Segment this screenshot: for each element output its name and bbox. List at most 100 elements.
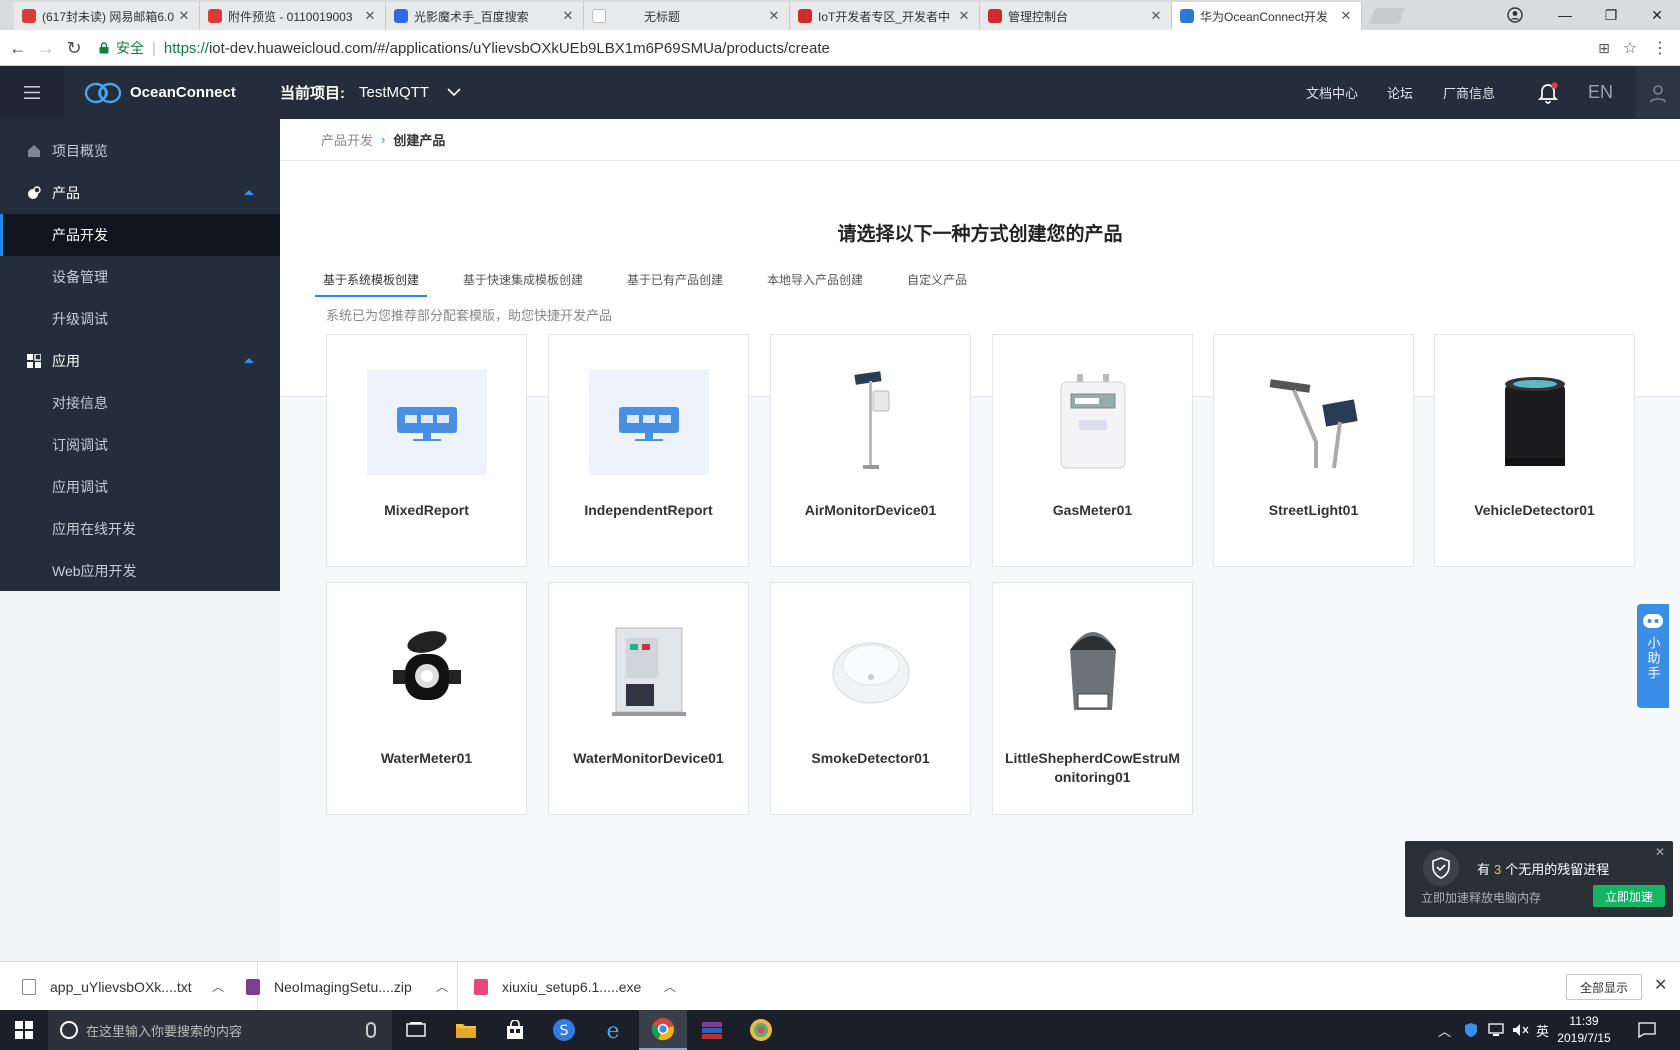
- volume-muted-icon[interactable]: [1512, 1010, 1530, 1050]
- chevron-up-icon[interactable]: ︿: [664, 978, 676, 995]
- template-card[interactable]: WaterMeter01: [326, 582, 527, 815]
- blank-page-icon: [592, 9, 606, 23]
- browser-tab[interactable]: IoT开发者专区_开发者中 ✕: [790, 2, 980, 30]
- close-icon[interactable]: ✕: [561, 8, 575, 24]
- browser-tab[interactable]: 附件预览 - 0110019003 ✕: [200, 2, 386, 30]
- download-item[interactable]: NeoImagingSetu....zip ︿: [246, 962, 458, 1011]
- minimize-button[interactable]: —: [1542, 0, 1588, 30]
- microphone-icon[interactable]: [366, 1022, 376, 1038]
- doc-center-link[interactable]: 文档中心: [1306, 66, 1358, 119]
- sidebar: 项目概览 产品 产品开发 设备管理 升级调试 应用 对接信息 订阅调试 应用调试…: [0, 119, 280, 591]
- template-name: IndependentReport: [584, 502, 713, 518]
- network-icon[interactable]: [1488, 1010, 1504, 1050]
- template-card[interactable]: StreetLight01: [1213, 334, 1414, 567]
- hamburger-menu-icon[interactable]: [0, 66, 64, 119]
- color-picker-icon[interactable]: [737, 1010, 785, 1050]
- action-center-icon[interactable]: [1638, 1010, 1656, 1050]
- back-button[interactable]: ←: [6, 36, 30, 60]
- forum-link[interactable]: 论坛: [1387, 66, 1413, 119]
- browser-tab[interactable]: (617封未读) 网易邮箱6.0 ✕: [14, 2, 200, 30]
- main-content: 产品开发 › 创建产品 请选择以下一种方式创建您的产品 基于系统模板创建 基于快…: [280, 119, 1680, 961]
- close-icon[interactable]: ✕: [177, 8, 191, 24]
- close-icon[interactable]: ✕: [1149, 8, 1163, 24]
- winrar-icon[interactable]: [688, 1010, 736, 1050]
- download-item[interactable]: app_uYlievsbOXk....txt ︿: [22, 962, 258, 1011]
- download-item[interactable]: xiuxiu_setup6.1.....exe ︿: [474, 962, 686, 1011]
- new-tab-button[interactable]: [1369, 8, 1405, 24]
- close-icon[interactable]: ✕: [767, 8, 781, 24]
- tab-local-import[interactable]: 本地导入产品创建: [759, 261, 871, 297]
- template-card[interactable]: SmokeDetector01: [770, 582, 971, 815]
- browser-tab[interactable]: 管理控制台 ✕: [980, 2, 1172, 30]
- ime-indicator[interactable]: 英: [1536, 1010, 1549, 1050]
- close-icon[interactable]: ✕: [363, 8, 377, 24]
- url-input[interactable]: 安全 | https://iot-dev.huaweicloud.com/#/a…: [92, 34, 1640, 62]
- store-icon[interactable]: [491, 1010, 539, 1050]
- sidebar-item-app-debug[interactable]: 应用调试: [0, 466, 280, 508]
- forward-button[interactable]: →: [34, 36, 58, 60]
- sidebar-item-upgrade-debug[interactable]: 升级调试: [0, 298, 280, 340]
- vendor-info-link[interactable]: 厂商信息: [1443, 66, 1495, 119]
- speed-up-button[interactable]: 立即加速: [1593, 885, 1665, 907]
- template-card[interactable]: IndependentReport: [548, 334, 749, 567]
- sidebar-item-product-dev[interactable]: 产品开发: [0, 214, 280, 256]
- project-selector[interactable]: 当前项目: TestMQTT: [280, 66, 461, 119]
- security-tray-icon[interactable]: [1464, 1010, 1478, 1050]
- smoke-detector-icon: [811, 615, 931, 725]
- ie-browser-icon[interactable]: e: [589, 1010, 637, 1050]
- profile-icon[interactable]: [1492, 0, 1538, 30]
- sidebar-item-project-overview[interactable]: 项目概览: [0, 130, 280, 172]
- close-icon[interactable]: ✕: [1654, 975, 1667, 995]
- file-explorer-icon[interactable]: [442, 1010, 490, 1050]
- sogou-icon[interactable]: S: [540, 1010, 588, 1050]
- reload-button[interactable]: ↻: [62, 36, 86, 60]
- close-icon[interactable]: ✕: [1339, 8, 1353, 24]
- template-name: StreetLight01: [1268, 502, 1359, 518]
- show-all-button[interactable]: 全部显示: [1566, 974, 1642, 1000]
- sidebar-item-online-dev[interactable]: 应用在线开发: [0, 508, 280, 550]
- tab-quick-integration[interactable]: 基于快速集成模板创建: [455, 261, 591, 297]
- grid-apps-icon: [27, 354, 41, 368]
- tab-custom-product[interactable]: 自定义产品: [899, 261, 975, 297]
- brand-logo[interactable]: OceanConnect: [84, 66, 236, 119]
- sidebar-group-product[interactable]: 产品: [0, 172, 280, 214]
- chrome-icon[interactable]: [639, 1010, 687, 1050]
- sidebar-item-web-dev[interactable]: Web应用开发: [0, 550, 280, 592]
- tab-system-template[interactable]: 基于系统模板创建: [315, 261, 428, 297]
- system-clock[interactable]: 11:39 2019/7/15: [1556, 1013, 1612, 1047]
- close-icon[interactable]: ✕: [957, 8, 971, 24]
- sidebar-group-application[interactable]: 应用: [0, 340, 280, 382]
- assistant-button[interactable]: 小助手: [1637, 604, 1669, 708]
- restore-button[interactable]: ❐: [1588, 0, 1634, 30]
- bookmark-star-icon[interactable]: ☆: [1618, 36, 1642, 60]
- chevron-up-icon[interactable]: ︿: [212, 978, 224, 995]
- task-view-icon[interactable]: [392, 1010, 440, 1050]
- tray-overflow-icon[interactable]: ︿: [1438, 1010, 1451, 1050]
- template-card[interactable]: GasMeter01: [992, 334, 1193, 567]
- taskbar-search-input[interactable]: 在这里输入你要搜索的内容: [48, 1010, 392, 1050]
- chevron-up-icon[interactable]: ︿: [436, 978, 448, 995]
- browser-tab-active[interactable]: 华为OceanConnect开发 ✕: [1172, 2, 1362, 30]
- close-window-button[interactable]: ✕: [1634, 0, 1680, 30]
- close-icon[interactable]: ✕: [1655, 845, 1665, 859]
- windows-start-icon[interactable]: [0, 1010, 48, 1050]
- template-card[interactable]: AirMonitorDevice01: [770, 334, 971, 567]
- language-switch[interactable]: EN: [1588, 66, 1613, 119]
- template-card[interactable]: VehicleDetector01: [1434, 334, 1635, 567]
- template-card[interactable]: WaterMonitorDevice01: [548, 582, 749, 815]
- sidebar-item-docking-info[interactable]: 对接信息: [0, 382, 280, 424]
- sidebar-item-subscribe-debug[interactable]: 订阅调试: [0, 424, 280, 466]
- sidebar-item-device-mgmt[interactable]: 设备管理: [0, 256, 280, 298]
- browser-tab[interactable]: 光影魔术手_百度搜索 ✕: [386, 2, 584, 30]
- template-name: GasMeter01: [1052, 502, 1133, 518]
- page-title: 请选择以下一种方式创建您的产品: [837, 224, 1123, 245]
- template-card[interactable]: MixedReport: [326, 334, 527, 567]
- menu-dots-icon[interactable]: ⋮: [1648, 36, 1672, 60]
- tab-existing-product[interactable]: 基于已有产品创建: [619, 261, 731, 297]
- breadcrumb-parent[interactable]: 产品开发: [321, 130, 373, 149]
- template-card[interactable]: LittleShepherdCowEstruMonitoring01: [992, 582, 1193, 815]
- notification-bell-icon[interactable]: [1538, 66, 1558, 119]
- user-avatar-icon[interactable]: [1636, 66, 1680, 119]
- browser-tab[interactable]: 无标题 ✕: [584, 2, 790, 30]
- translate-icon[interactable]: ⊞: [1592, 36, 1616, 60]
